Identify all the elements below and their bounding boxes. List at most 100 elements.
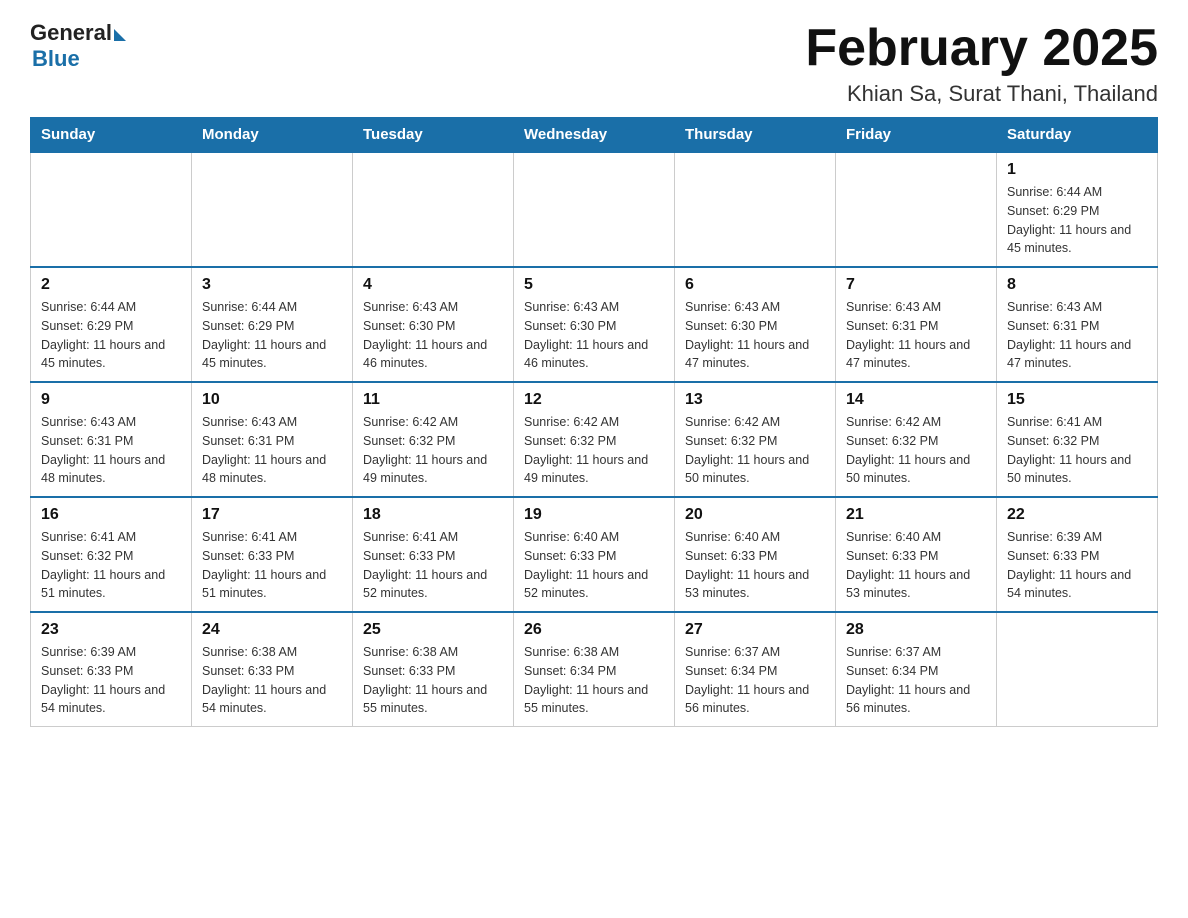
calendar-day-cell: 18 Sunrise: 6:41 AM Sunset: 6:33 PM Dayli… <box>353 497 514 612</box>
weekday-header-tuesday: Tuesday <box>353 118 514 153</box>
day-info: Sunrise: 6:39 AM Sunset: 6:33 PM Dayligh… <box>41 643 181 718</box>
calendar-day-cell: 19Sunrise: 6:40 AM Sunset: 6:33 PM Dayli… <box>514 497 675 612</box>
calendar-day-cell: 1 Sunrise: 6:44 AM Sunset: 6:29 PM Daylig… <box>997 152 1158 267</box>
day-info: Sunrise: 6:38 AM Sunset: 6:33 PM Dayligh… <box>202 643 342 718</box>
day-number: 3 <box>202 276 342 294</box>
day-info: Sunrise: 6:43 AM Sunset: 6:31 PM Dayligh… <box>202 413 342 488</box>
day-info: Sunrise: 6:42 AM Sunset: 6:32 PM Dayligh… <box>685 413 825 488</box>
calendar-day-cell: 4 Sunrise: 6:43 AM Sunset: 6:30 PM Daylig… <box>353 267 514 382</box>
calendar-day-cell <box>675 152 836 267</box>
calendar-day-cell: 22 Sunrise: 6:39 AM Sunset: 6:33 PM Dayli… <box>997 497 1158 612</box>
day-number: 11 <box>363 391 503 409</box>
day-info: Sunrise: 6:42 AM Sunset: 6:32 PM Dayligh… <box>363 413 503 488</box>
calendar-week-row: 23 Sunrise: 6:39 AM Sunset: 6:33 PM Dayli… <box>31 612 1158 727</box>
weekday-header-saturday: Saturday <box>997 118 1158 153</box>
day-info: Sunrise: 6:43 AM Sunset: 6:30 PM Dayligh… <box>524 298 664 373</box>
day-number: 7 <box>846 276 986 294</box>
weekday-header-sunday: Sunday <box>31 118 192 153</box>
logo-blue-text: Blue <box>32 46 80 72</box>
calendar-week-row: 16 Sunrise: 6:41 AM Sunset: 6:32 PM Dayli… <box>31 497 1158 612</box>
day-info: Sunrise: 6:43 AM Sunset: 6:30 PM Dayligh… <box>363 298 503 373</box>
day-info: Sunrise: 6:42 AM Sunset: 6:32 PM Dayligh… <box>846 413 986 488</box>
calendar-week-row: 1 Sunrise: 6:44 AM Sunset: 6:29 PM Daylig… <box>31 152 1158 267</box>
calendar-day-cell: 20 Sunrise: 6:40 AM Sunset: 6:33 PM Dayli… <box>675 497 836 612</box>
day-number: 25 <box>363 621 503 639</box>
day-info: Sunrise: 6:43 AM Sunset: 6:31 PM Dayligh… <box>846 298 986 373</box>
day-number: 27 <box>685 621 825 639</box>
day-number: 12 <box>524 391 664 409</box>
page-header: General Blue February 2025 Khian Sa, Sur… <box>30 20 1158 107</box>
calendar-day-cell: 24Sunrise: 6:38 AM Sunset: 6:33 PM Dayli… <box>192 612 353 727</box>
day-number: 18 <box>363 506 503 524</box>
day-number: 14 <box>846 391 986 409</box>
calendar-day-cell <box>31 152 192 267</box>
day-info: Sunrise: 6:40 AM Sunset: 6:33 PM Dayligh… <box>685 528 825 603</box>
day-number: 6 <box>685 276 825 294</box>
weekday-header-thursday: Thursday <box>675 118 836 153</box>
calendar-day-cell: 15Sunrise: 6:41 AM Sunset: 6:32 PM Dayli… <box>997 382 1158 497</box>
day-info: Sunrise: 6:41 AM Sunset: 6:33 PM Dayligh… <box>202 528 342 603</box>
day-info: Sunrise: 6:44 AM Sunset: 6:29 PM Dayligh… <box>41 298 181 373</box>
calendar-day-cell: 3 Sunrise: 6:44 AM Sunset: 6:29 PM Daylig… <box>192 267 353 382</box>
logo-general-text: General <box>30 20 112 46</box>
calendar-day-cell: 21 Sunrise: 6:40 AM Sunset: 6:33 PM Dayli… <box>836 497 997 612</box>
day-info: Sunrise: 6:41 AM Sunset: 6:32 PM Dayligh… <box>1007 413 1147 488</box>
calendar-day-cell: 27Sunrise: 6:37 AM Sunset: 6:34 PM Dayli… <box>675 612 836 727</box>
calendar-header-row: SundayMondayTuesdayWednesdayThursdayFrid… <box>31 118 1158 153</box>
day-info: Sunrise: 6:41 AM Sunset: 6:32 PM Dayligh… <box>41 528 181 603</box>
day-info: Sunrise: 6:40 AM Sunset: 6:33 PM Dayligh… <box>846 528 986 603</box>
calendar-table: SundayMondayTuesdayWednesdayThursdayFrid… <box>30 117 1158 727</box>
day-number: 1 <box>1007 161 1147 179</box>
calendar-day-cell <box>353 152 514 267</box>
month-title: February 2025 <box>805 20 1158 77</box>
calendar-day-cell: 8Sunrise: 6:43 AM Sunset: 6:31 PM Daylig… <box>997 267 1158 382</box>
logo: General Blue <box>30 20 126 72</box>
calendar-day-cell: 12 Sunrise: 6:42 AM Sunset: 6:32 PM Dayli… <box>514 382 675 497</box>
location-subtitle: Khian Sa, Surat Thani, Thailand <box>805 81 1158 107</box>
day-info: Sunrise: 6:43 AM Sunset: 6:31 PM Dayligh… <box>41 413 181 488</box>
calendar-week-row: 2 Sunrise: 6:44 AM Sunset: 6:29 PM Daylig… <box>31 267 1158 382</box>
day-info: Sunrise: 6:43 AM Sunset: 6:31 PM Dayligh… <box>1007 298 1147 373</box>
title-block: February 2025 Khian Sa, Surat Thani, Tha… <box>805 20 1158 107</box>
day-info: Sunrise: 6:38 AM Sunset: 6:34 PM Dayligh… <box>524 643 664 718</box>
day-number: 5 <box>524 276 664 294</box>
calendar-day-cell: 23 Sunrise: 6:39 AM Sunset: 6:33 PM Dayli… <box>31 612 192 727</box>
calendar-day-cell: 16 Sunrise: 6:41 AM Sunset: 6:32 PM Dayli… <box>31 497 192 612</box>
day-number: 13 <box>685 391 825 409</box>
calendar-day-cell: 2 Sunrise: 6:44 AM Sunset: 6:29 PM Daylig… <box>31 267 192 382</box>
day-number: 9 <box>41 391 181 409</box>
calendar-day-cell <box>192 152 353 267</box>
day-number: 4 <box>363 276 503 294</box>
day-info: Sunrise: 6:44 AM Sunset: 6:29 PM Dayligh… <box>202 298 342 373</box>
day-info: Sunrise: 6:37 AM Sunset: 6:34 PM Dayligh… <box>846 643 986 718</box>
day-info: Sunrise: 6:44 AM Sunset: 6:29 PM Dayligh… <box>1007 183 1147 258</box>
logo-arrow-icon <box>114 29 126 41</box>
day-number: 22 <box>1007 506 1147 524</box>
calendar-day-cell: 13 Sunrise: 6:42 AM Sunset: 6:32 PM Dayli… <box>675 382 836 497</box>
calendar-day-cell: 10 Sunrise: 6:43 AM Sunset: 6:31 PM Dayli… <box>192 382 353 497</box>
day-info: Sunrise: 6:40 AM Sunset: 6:33 PM Dayligh… <box>524 528 664 603</box>
day-number: 16 <box>41 506 181 524</box>
day-number: 28 <box>846 621 986 639</box>
calendar-day-cell: 28 Sunrise: 6:37 AM Sunset: 6:34 PM Dayli… <box>836 612 997 727</box>
day-number: 20 <box>685 506 825 524</box>
day-number: 21 <box>846 506 986 524</box>
day-info: Sunrise: 6:41 AM Sunset: 6:33 PM Dayligh… <box>363 528 503 603</box>
calendar-day-cell: 26 Sunrise: 6:38 AM Sunset: 6:34 PM Dayli… <box>514 612 675 727</box>
day-info: Sunrise: 6:42 AM Sunset: 6:32 PM Dayligh… <box>524 413 664 488</box>
day-number: 17 <box>202 506 342 524</box>
calendar-day-cell: 6 Sunrise: 6:43 AM Sunset: 6:30 PM Daylig… <box>675 267 836 382</box>
calendar-day-cell: 5 Sunrise: 6:43 AM Sunset: 6:30 PM Daylig… <box>514 267 675 382</box>
day-number: 2 <box>41 276 181 294</box>
day-number: 10 <box>202 391 342 409</box>
calendar-day-cell: 17 Sunrise: 6:41 AM Sunset: 6:33 PM Dayli… <box>192 497 353 612</box>
weekday-header-friday: Friday <box>836 118 997 153</box>
calendar-day-cell <box>997 612 1158 727</box>
day-info: Sunrise: 6:39 AM Sunset: 6:33 PM Dayligh… <box>1007 528 1147 603</box>
calendar-day-cell: 7 Sunrise: 6:43 AM Sunset: 6:31 PM Daylig… <box>836 267 997 382</box>
calendar-day-cell: 9 Sunrise: 6:43 AM Sunset: 6:31 PM Daylig… <box>31 382 192 497</box>
day-info: Sunrise: 6:43 AM Sunset: 6:30 PM Dayligh… <box>685 298 825 373</box>
day-number: 26 <box>524 621 664 639</box>
calendar-day-cell <box>514 152 675 267</box>
day-number: 23 <box>41 621 181 639</box>
